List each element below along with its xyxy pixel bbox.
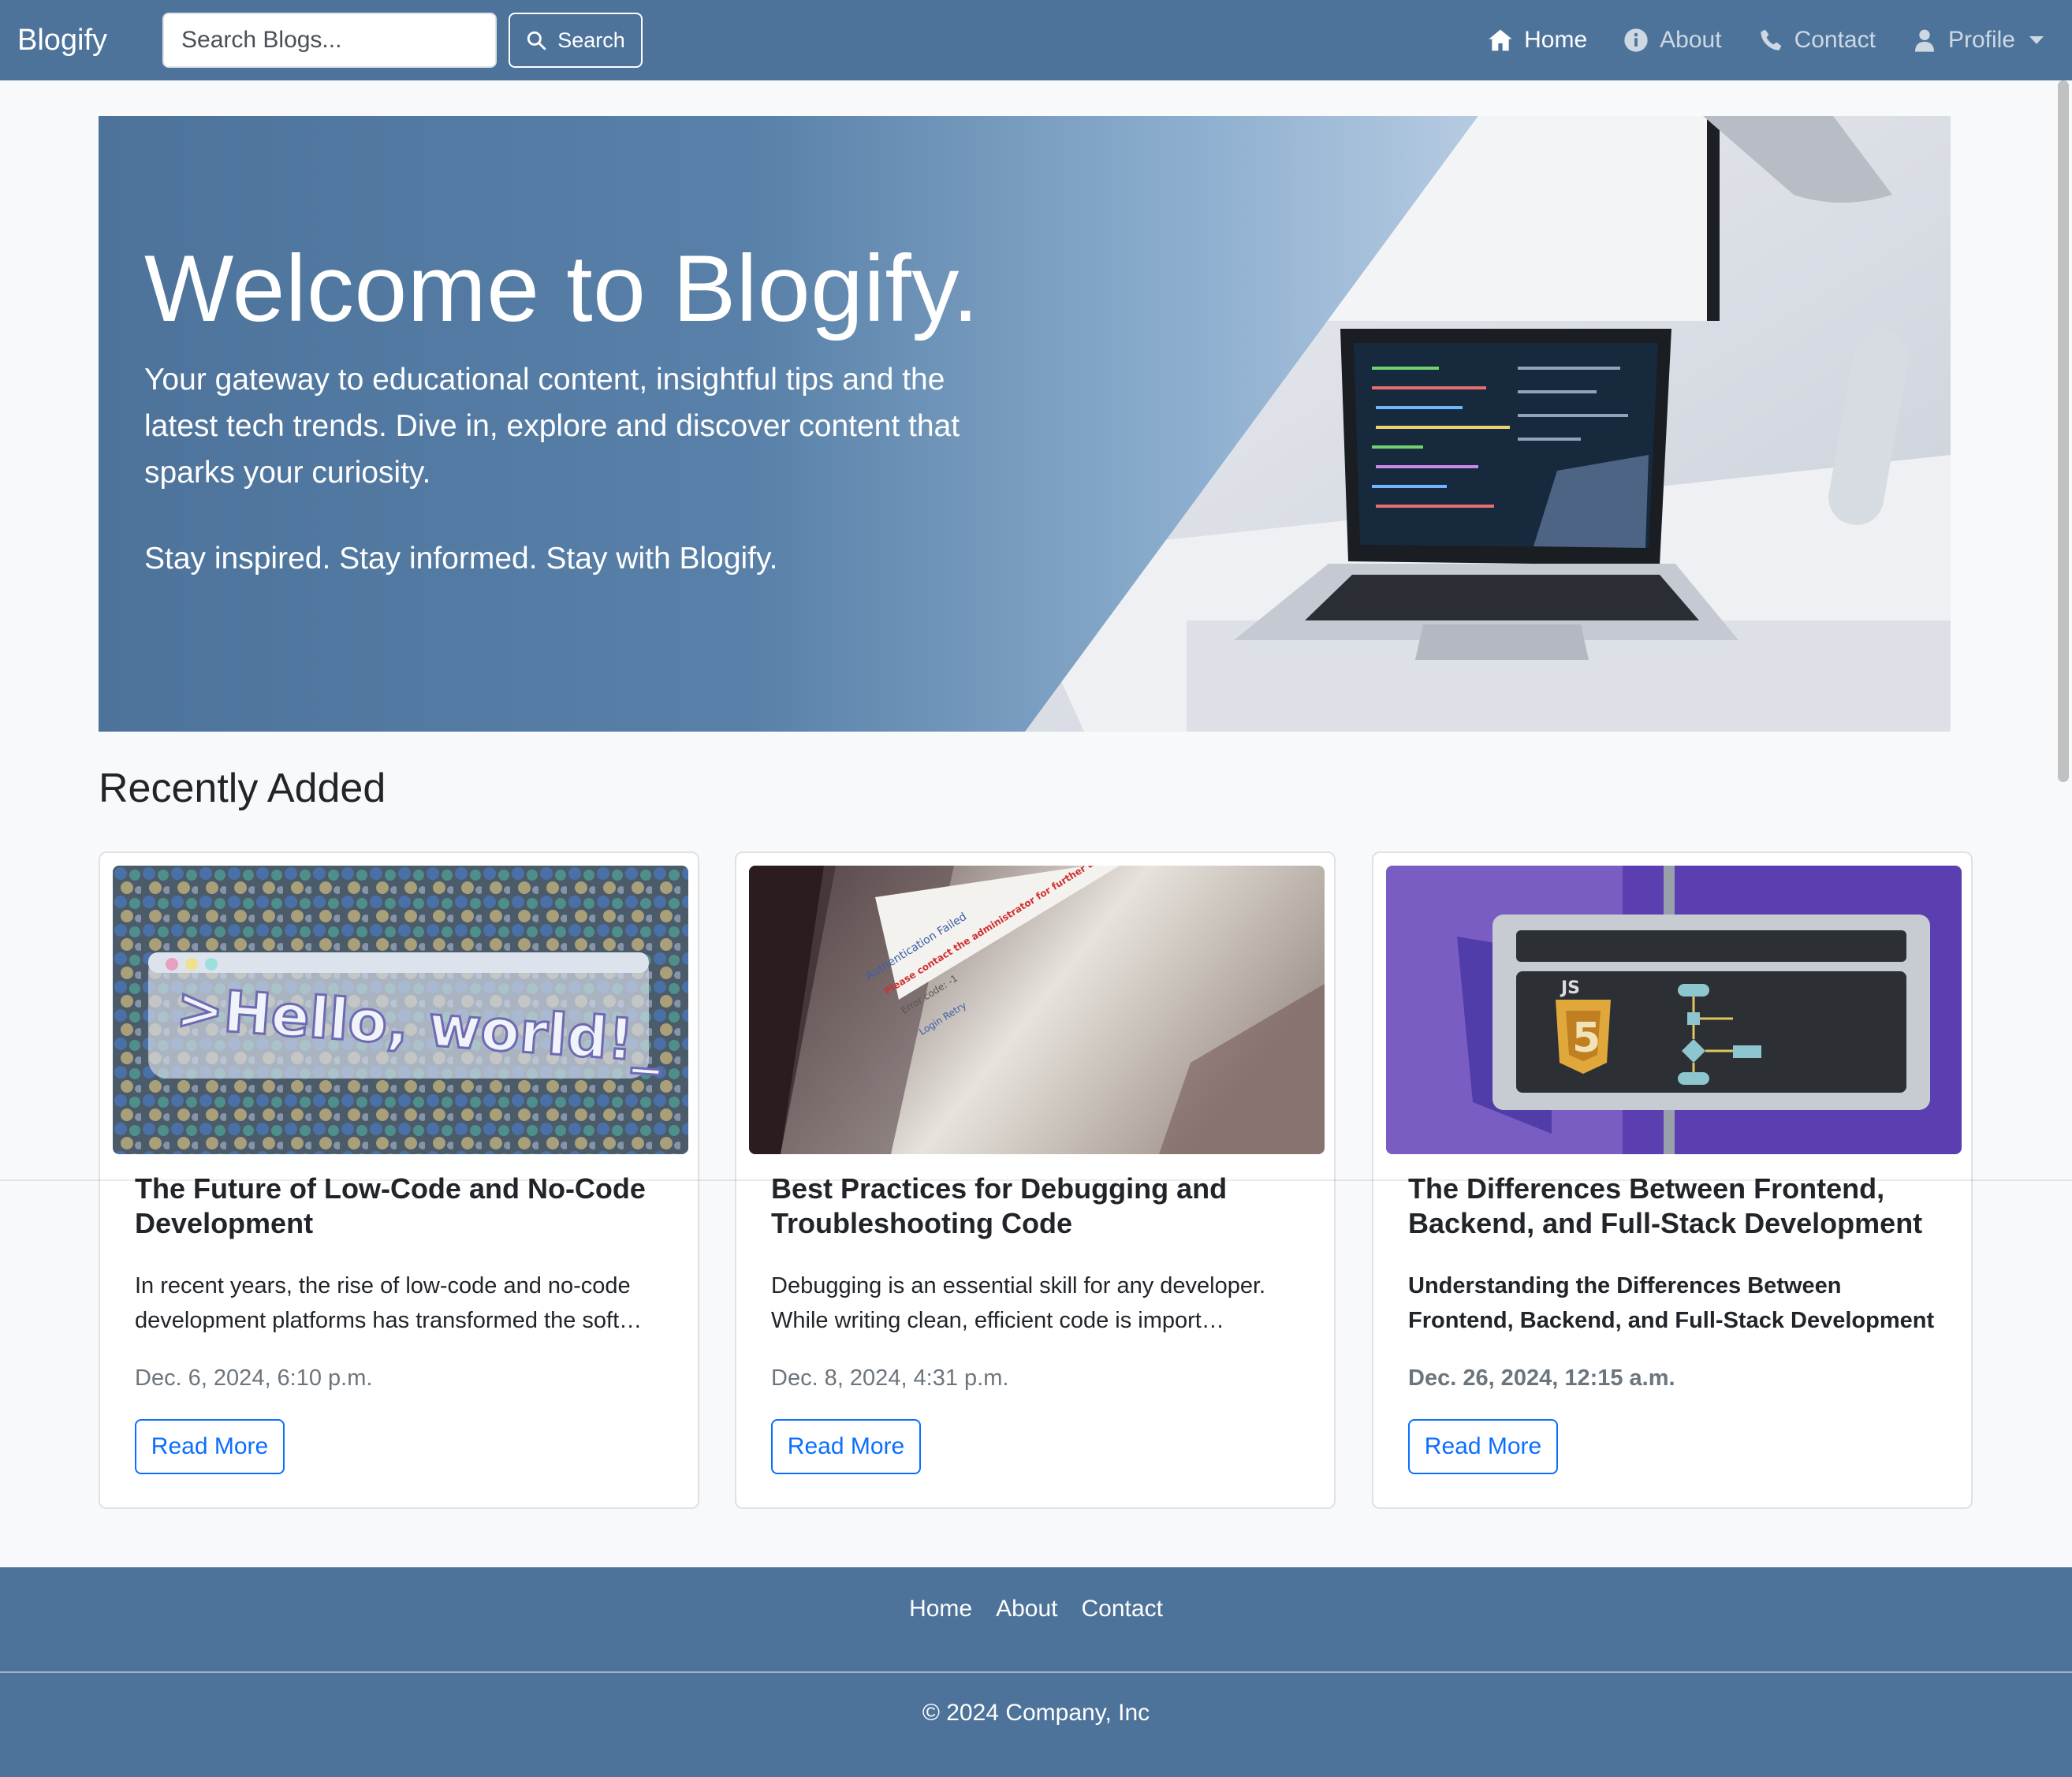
footer-links: Home About Contact xyxy=(0,1596,2072,1622)
section-heading: Recently Added xyxy=(99,766,386,811)
card-title[interactable]: Best Practices for Debugging and Trouble… xyxy=(771,1172,1307,1241)
nav-contact-label: Contact xyxy=(1794,27,1876,53)
read-more-button[interactable]: Read More xyxy=(135,1419,285,1474)
divider-line xyxy=(0,1179,2072,1181)
nav-links: Home About Contact Profile xyxy=(1488,0,2044,80)
card-excerpt: In recent years, the rise of low-code an… xyxy=(135,1273,643,1333)
nav-home-label: Home xyxy=(1524,27,1588,53)
search-button[interactable]: Search xyxy=(509,13,643,68)
card-title[interactable]: The Differences Between Frontend, Backen… xyxy=(1408,1172,1944,1241)
card-date: Dec. 8, 2024, 4:31 p.m. xyxy=(771,1365,1009,1391)
scrollbar[interactable] xyxy=(2058,80,2069,782)
read-more-button[interactable]: Read More xyxy=(1408,1419,1558,1474)
search-icon xyxy=(527,31,546,50)
home-icon xyxy=(1489,29,1512,51)
copyright: © 2024 Company, Inc xyxy=(922,1700,1150,1726)
search-button-label: Search xyxy=(557,28,625,52)
card-title[interactable]: The Future of Low-Code and No-Code Devel… xyxy=(135,1172,671,1241)
card-image-text: JS xyxy=(1560,978,1580,998)
card-image: >Hello, world!_ xyxy=(113,866,688,1154)
read-more-button[interactable]: Read More xyxy=(771,1419,921,1474)
card-image: Authentication Failed Please contact the… xyxy=(749,866,1325,1154)
footer: Home About Contact © 2024 Company, Inc xyxy=(0,1567,2072,1777)
nav-about[interactable]: About xyxy=(1623,27,1722,54)
hero-description: Your gateway to educational content, ins… xyxy=(144,363,960,490)
nav-profile-label: Profile xyxy=(1947,27,2015,53)
nav-profile-dropdown[interactable]: Profile xyxy=(1912,27,2044,54)
card-excerpt: Understanding the Differences Between Fr… xyxy=(1408,1273,1935,1333)
nav-about-label: About xyxy=(1660,27,1722,53)
brand-logo[interactable]: Blogify xyxy=(17,0,107,80)
hero-banner: Welcome to Blogify. Your gateway to educ… xyxy=(99,116,1951,732)
nav-home[interactable]: Home xyxy=(1488,27,1587,54)
card-date: Dec. 26, 2024, 12:15 a.m. xyxy=(1408,1365,1675,1391)
phone-icon xyxy=(1760,29,1781,50)
footer-link-contact[interactable]: Contact xyxy=(1082,1596,1163,1622)
footer-link-home[interactable]: Home xyxy=(909,1596,972,1622)
search-input[interactable] xyxy=(162,13,497,68)
chevron-down-icon xyxy=(2029,36,2044,44)
info-icon xyxy=(1624,28,1648,52)
nav-contact[interactable]: Contact xyxy=(1758,27,1876,54)
html5-icon: 5 xyxy=(1572,1015,1601,1062)
hero-title: Welcome to Blogify. xyxy=(144,236,979,341)
navbar: Blogify Search Home About Contact Profil… xyxy=(0,0,2072,80)
hero-tagline: Stay inspired. Stay informed. Stay with … xyxy=(144,542,778,576)
footer-link-about[interactable]: About xyxy=(996,1596,1057,1622)
footer-divider xyxy=(0,1671,2072,1673)
card-excerpt: Debugging is an essential skill for any … xyxy=(771,1273,1266,1333)
card-date: Dec. 6, 2024, 6:10 p.m. xyxy=(135,1365,373,1391)
card-image: JS 5 xyxy=(1386,866,1962,1154)
user-icon xyxy=(1914,29,1934,52)
